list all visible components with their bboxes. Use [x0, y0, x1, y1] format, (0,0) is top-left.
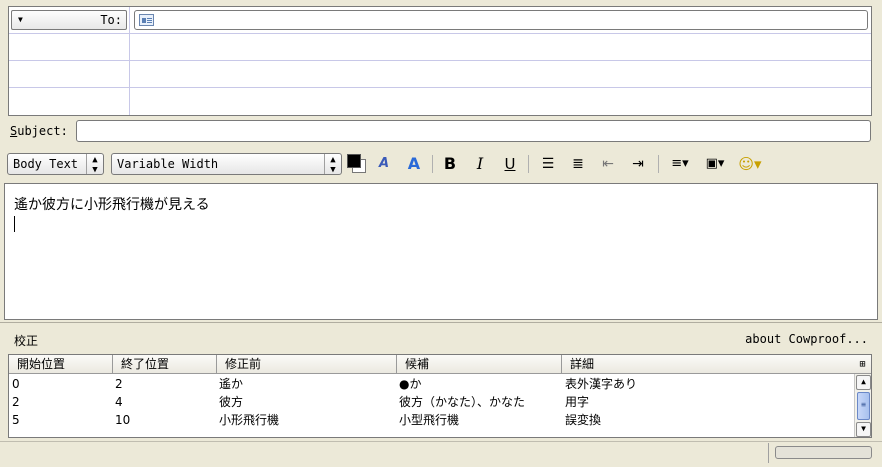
updown-arrows-icon: ▲ ▼: [86, 154, 103, 175]
paragraph-format-select[interactable]: Body Text ▲ ▼: [7, 153, 104, 175]
column-header-start[interactable]: 開始位置: [9, 355, 113, 374]
toolbar-separator: [432, 155, 433, 173]
subject-input[interactable]: [76, 120, 871, 142]
smaller-text-button[interactable]: A: [372, 153, 396, 175]
cowproof-panel-title: 校正: [14, 334, 39, 348]
panel-splitter[interactable]: [0, 322, 882, 325]
column-header-original[interactable]: 修正前: [217, 355, 397, 374]
column-picker-icon[interactable]: ⊞: [854, 355, 871, 374]
bullet-list-icon[interactable]: ☰: [536, 153, 560, 175]
address-card-icon[interactable]: [139, 14, 154, 26]
font-select[interactable]: Variable Width ▲ ▼: [111, 153, 342, 175]
address-pane: ▼ To:: [8, 6, 872, 116]
bold-button[interactable]: B: [438, 153, 462, 175]
table-header: 開始位置 終了位置 修正前 候補 詳細: [9, 355, 855, 374]
message-body-editor[interactable]: 遙か彼方に小形飛行機が見える: [4, 183, 878, 320]
about-cowproof-link[interactable]: about Cowproof...: [745, 332, 868, 346]
address-row[interactable]: [9, 61, 871, 88]
text-color-swatch[interactable]: [347, 154, 361, 168]
scrollbar-thumb[interactable]: ≡: [857, 392, 870, 420]
recipient-input[interactable]: [134, 10, 868, 30]
table-row[interactable]: 2 4 彼方 彼方（かなた）、かなた 用字: [9, 393, 855, 411]
dropdown-arrow-icon: ▼: [18, 15, 23, 24]
updown-arrows-icon: ▲ ▼: [324, 154, 341, 175]
larger-text-button[interactable]: A: [402, 153, 426, 175]
table-vertical-scrollbar[interactable]: ▲ ≡ ▼: [854, 374, 871, 437]
column-header-detail[interactable]: 詳細: [562, 355, 855, 374]
scroll-down-icon[interactable]: ▼: [856, 422, 871, 437]
address-row[interactable]: [9, 34, 871, 61]
column-header-end[interactable]: 終了位置: [113, 355, 217, 374]
address-row: ▼ To:: [9, 7, 871, 34]
table-row[interactable]: 0 2 遙か ●か 表外漢字あり: [9, 375, 855, 393]
recipient-type-dropdown[interactable]: ▼ To:: [11, 10, 127, 30]
italic-button[interactable]: I: [468, 153, 492, 175]
text-caret: [14, 216, 15, 232]
toolbar-separator: [528, 155, 529, 173]
column-header-candidate[interactable]: 候補: [397, 355, 562, 374]
table-row[interactable]: 5 10 小形飛行機 小型飛行機 誤変換: [9, 411, 855, 429]
indent-icon[interactable]: ⇥: [626, 153, 650, 175]
progress-meter: [775, 446, 872, 459]
align-menu-icon[interactable]: ≡▾: [666, 153, 694, 175]
smiley-icon[interactable]: ☺▾: [735, 153, 765, 175]
scroll-up-icon[interactable]: ▲: [856, 375, 871, 390]
numbered-list-icon[interactable]: ≣: [566, 153, 590, 175]
address-row[interactable]: [9, 88, 871, 115]
proofreading-results-table: 開始位置 終了位置 修正前 候補 詳細 ⊞ 0 2 遙か ●か 表外漢字あり 2…: [8, 354, 872, 438]
insert-image-icon[interactable]: ▣▾: [700, 153, 730, 175]
outdent-icon[interactable]: ⇤: [596, 153, 620, 175]
subject-label: Subject:: [10, 124, 68, 138]
toolbar-separator: [658, 155, 659, 173]
underline-button[interactable]: U: [498, 153, 522, 175]
status-separator: [768, 443, 769, 463]
status-bar: [0, 441, 882, 467]
message-body-text: 遙か彼方に小形飛行機が見える: [14, 197, 210, 213]
recipient-type-label: To:: [100, 13, 122, 27]
